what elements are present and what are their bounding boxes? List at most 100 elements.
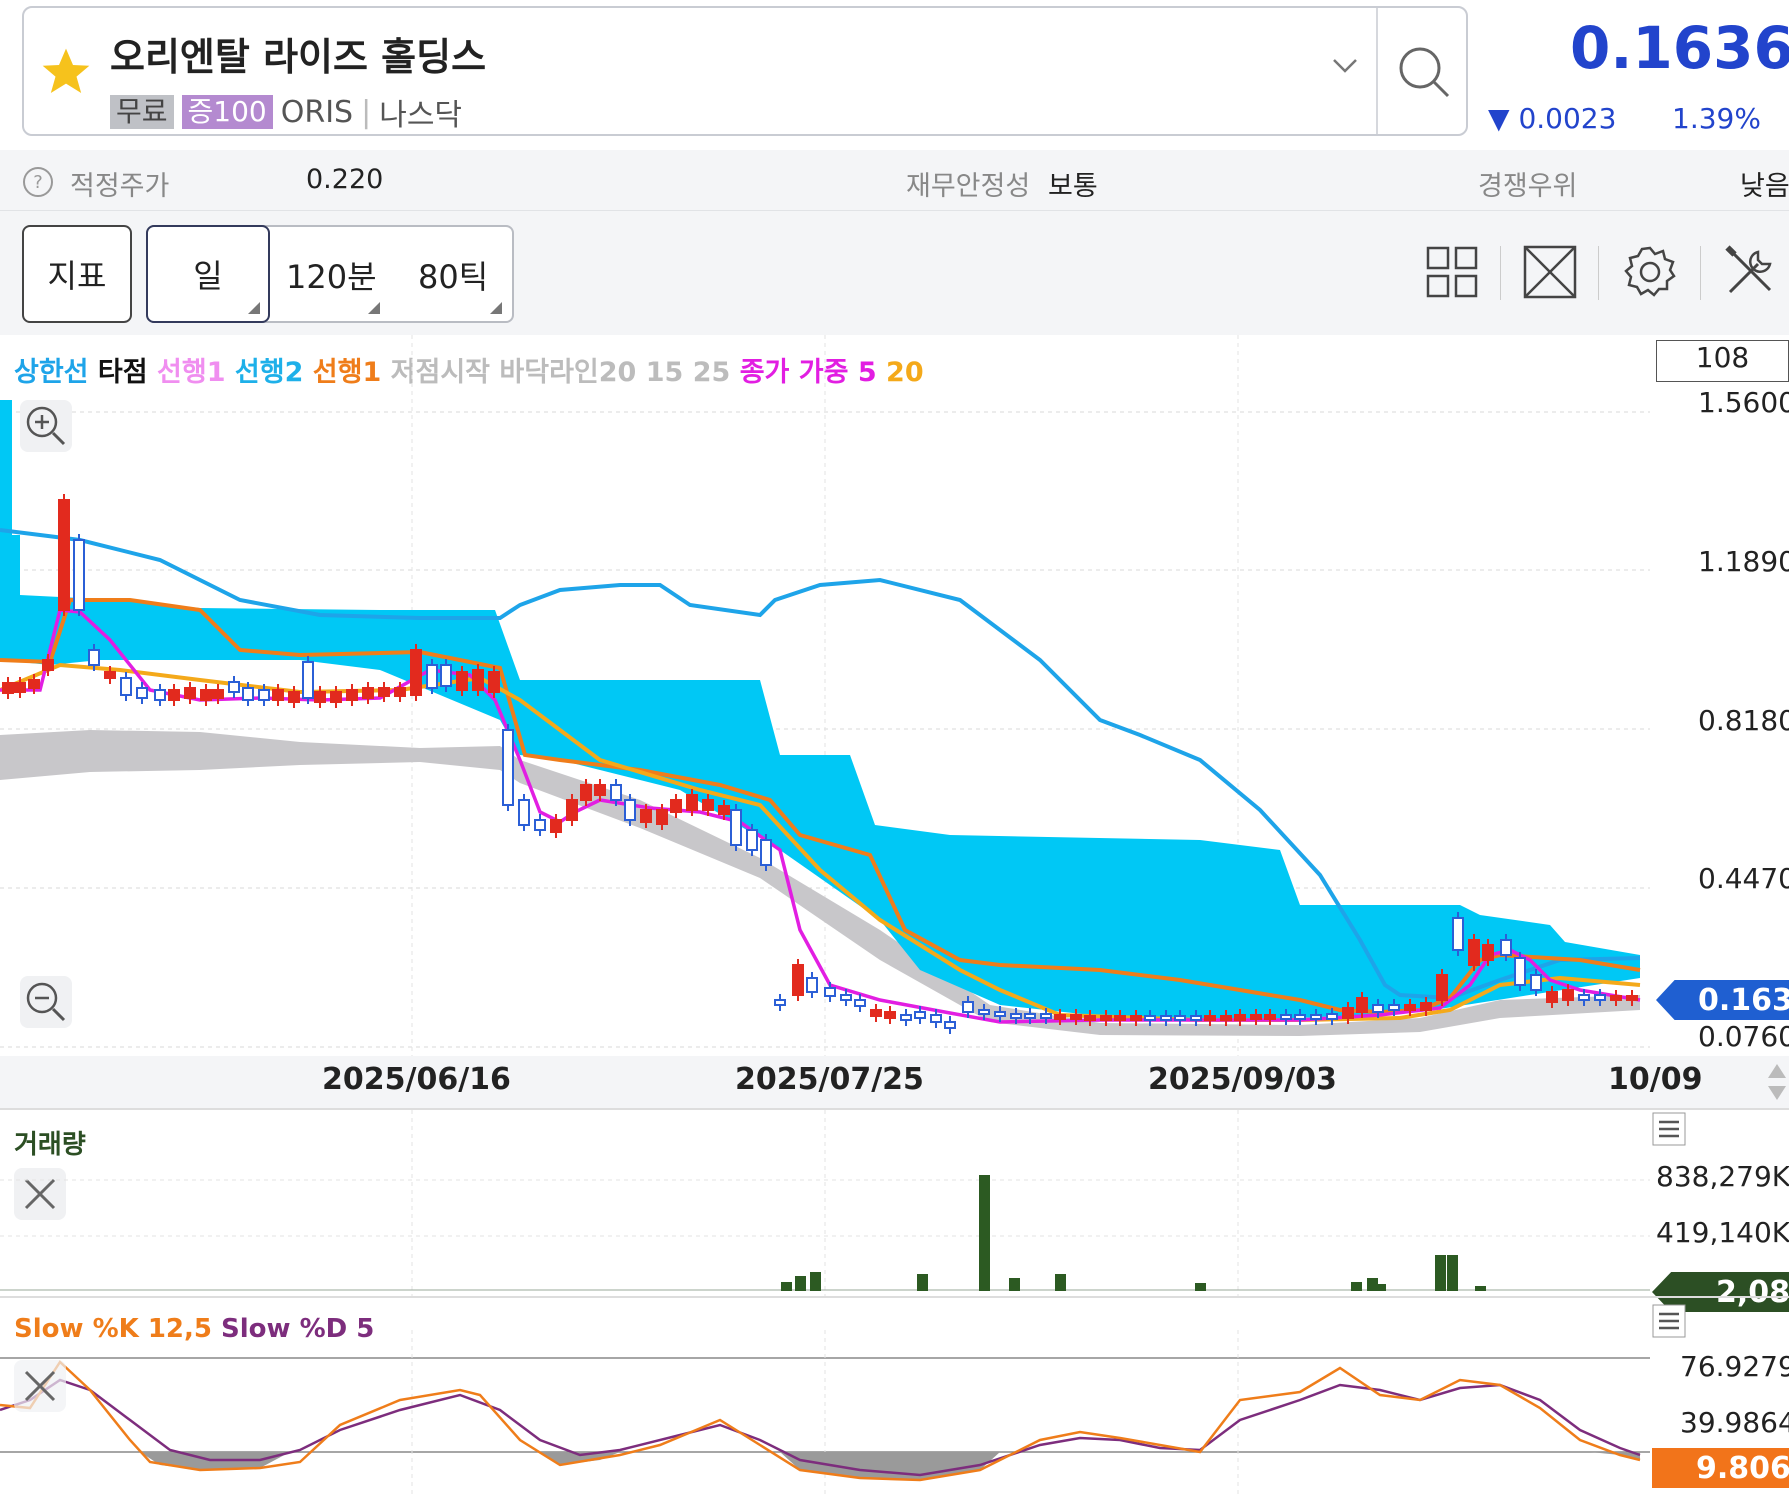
candle xyxy=(28,679,40,689)
volume-bar xyxy=(917,1274,928,1291)
volume-bar xyxy=(1351,1282,1362,1291)
candle xyxy=(534,819,546,831)
candle xyxy=(1356,997,1368,1013)
close-icon[interactable] xyxy=(14,1360,66,1412)
candle xyxy=(914,1011,926,1019)
candle xyxy=(1578,994,1590,1001)
candle xyxy=(88,649,100,666)
fullscreen-icon[interactable] xyxy=(1522,244,1578,300)
candle xyxy=(640,809,652,823)
candle xyxy=(1500,939,1512,956)
volume-bar xyxy=(795,1276,806,1291)
tools-icon[interactable] xyxy=(1722,244,1778,300)
candle xyxy=(302,661,314,699)
zoom-out-button[interactable] xyxy=(20,976,72,1028)
date-tick: 2025/07/25 xyxy=(735,1062,924,1097)
fair-price-label: 적정주가 xyxy=(70,171,170,202)
candle xyxy=(1610,995,1622,1001)
volume-bar xyxy=(810,1272,821,1291)
candle xyxy=(760,839,772,866)
candle xyxy=(1562,989,1574,1001)
candle xyxy=(228,681,240,693)
date-tick: 2025/06/16 xyxy=(322,1062,511,1097)
period-day-label: 일 xyxy=(193,257,223,295)
candle xyxy=(1436,974,1448,1001)
help-icon[interactable]: ? xyxy=(22,166,54,198)
current-price: 0.1636 xyxy=(1570,14,1789,82)
period-80tick-button[interactable]: 80틱 xyxy=(418,252,488,298)
stock-subinfo: 무료 증100 ORIS | 나스닥 xyxy=(110,90,462,134)
candle xyxy=(2,682,14,694)
candle xyxy=(58,499,70,611)
scroll-arrows-icon[interactable] xyxy=(1766,1062,1788,1102)
zoom-in-button[interactable] xyxy=(20,400,72,452)
candle xyxy=(330,691,342,703)
candle xyxy=(154,689,166,701)
candle xyxy=(1372,1004,1384,1013)
candle xyxy=(1326,1013,1338,1020)
candle xyxy=(944,1021,956,1029)
favorite-star-icon[interactable] xyxy=(38,44,94,100)
candle xyxy=(42,659,54,671)
candle xyxy=(1342,1007,1354,1019)
volume-chart[interactable] xyxy=(0,1110,1650,1296)
candle xyxy=(288,691,300,703)
candle xyxy=(1024,1013,1036,1019)
period-120-button[interactable]: 120분 xyxy=(286,252,377,298)
date-tick: 2025/09/03 xyxy=(1148,1062,1337,1097)
candle xyxy=(426,664,438,689)
candle xyxy=(550,819,562,833)
candle xyxy=(1546,991,1558,1003)
candle xyxy=(184,687,196,699)
price-chart[interactable] xyxy=(0,335,1650,1056)
current-stoch-marker: 9.8065 xyxy=(1652,1448,1789,1488)
price-change: ▼ 0.0023 xyxy=(1488,102,1617,135)
candle xyxy=(362,687,374,699)
candle xyxy=(718,805,730,815)
margin-badge: 증100 xyxy=(181,95,273,129)
free-badge: 무료 xyxy=(110,95,174,129)
candle xyxy=(1626,995,1638,1001)
candle xyxy=(14,682,26,693)
stochastic-chart[interactable] xyxy=(0,1330,1650,1496)
date-tick: 10/09 xyxy=(1608,1062,1703,1097)
candle xyxy=(1100,1015,1112,1021)
dropdown-corner-icon xyxy=(248,302,260,314)
volume-tick: 838,279K xyxy=(1656,1160,1789,1193)
candle xyxy=(258,689,270,701)
candle xyxy=(566,799,578,821)
cloud-band xyxy=(0,400,1640,1018)
svg-text:?: ? xyxy=(33,172,43,193)
candle xyxy=(488,671,500,693)
candle xyxy=(242,687,254,701)
menu-icon[interactable] xyxy=(1652,1112,1686,1146)
volume-bar xyxy=(1055,1274,1066,1291)
candle xyxy=(1010,1013,1022,1019)
candle xyxy=(136,687,148,699)
search-icon[interactable] xyxy=(1396,44,1452,100)
menu-icon[interactable] xyxy=(1652,1304,1686,1338)
candle xyxy=(806,977,818,993)
candle xyxy=(930,1014,942,1023)
stability-value: 보통 xyxy=(1048,171,1098,202)
price-tick: 1.5600 xyxy=(1698,386,1789,419)
price-tick: 0.4470 xyxy=(1698,862,1789,895)
candle xyxy=(1160,1015,1172,1021)
candle xyxy=(120,677,132,696)
stock-name: 오리엔탈 라이즈 홀딩스 xyxy=(110,35,487,79)
chevron-down-icon[interactable] xyxy=(1332,58,1358,74)
candle xyxy=(1404,1004,1416,1011)
candle xyxy=(994,1011,1006,1017)
candle xyxy=(472,669,484,691)
candle xyxy=(1054,1014,1066,1020)
volume-bar xyxy=(781,1282,792,1291)
candle xyxy=(104,671,116,679)
candle xyxy=(1040,1013,1052,1019)
indicator-button[interactable]: 지표 xyxy=(22,225,132,323)
candle xyxy=(272,689,284,701)
gear-icon[interactable] xyxy=(1622,244,1678,300)
candle xyxy=(200,689,212,701)
candle xyxy=(702,799,714,811)
candle xyxy=(730,809,742,846)
grid-layout-icon[interactable] xyxy=(1424,244,1480,300)
